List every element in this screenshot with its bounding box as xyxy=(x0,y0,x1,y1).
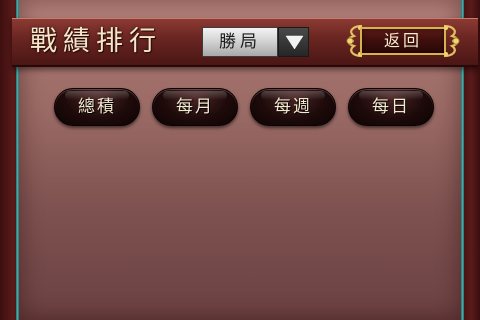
back-button-label[interactable]: 返回 xyxy=(360,27,446,55)
back-button[interactable]: 返回 xyxy=(344,22,462,60)
triangle-down-icon xyxy=(285,35,304,50)
right-ornament-icon xyxy=(443,24,460,58)
leaderboard-screen: 戰績排行 勝局 返回 總積 每月 每週 每日 xyxy=(0,0,480,320)
page-title: 戰績排行 xyxy=(30,26,162,57)
header-bar: 戰績排行 勝局 返回 xyxy=(12,18,478,67)
tab-monthly[interactable]: 每月 xyxy=(152,88,238,126)
tab-daily[interactable]: 每日 xyxy=(348,88,434,126)
filter-selected-value[interactable]: 勝局 xyxy=(202,27,278,57)
tab-weekly[interactable]: 每週 xyxy=(250,88,336,126)
result-filter-dropdown[interactable]: 勝局 xyxy=(202,27,309,57)
dropdown-arrow-button[interactable] xyxy=(278,27,309,57)
tab-total[interactable]: 總積 xyxy=(54,88,140,126)
